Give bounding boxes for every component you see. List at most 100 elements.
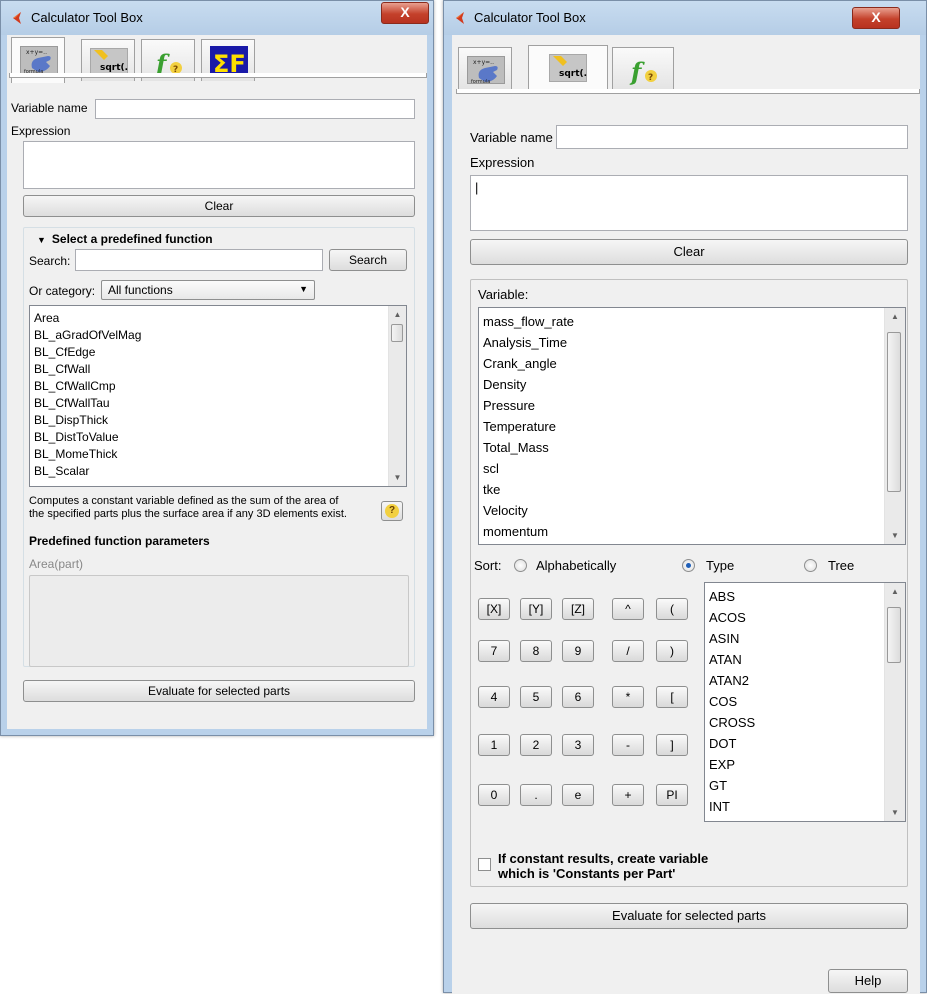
function-help-button[interactable]: ? [381,501,403,521]
variable-list-scrollbar[interactable]: ▲ ▼ [884,308,905,544]
list-item[interactable]: Total_Mass [483,440,549,455]
list-item[interactable]: GT [709,778,727,793]
sort-type-radio[interactable] [682,559,695,572]
operator-list[interactable]: ABS ACOS ASIN ATAN ATAN2 COS CROSS DOT E… [704,582,906,822]
evaluate-button[interactable]: Evaluate for selected parts [23,680,415,702]
clear-button[interactable]: Clear [23,195,415,217]
scroll-down-icon[interactable]: ▼ [885,804,905,821]
sort-alphabetically-label[interactable]: Alphabetically [536,558,616,573]
key-decimal[interactable]: . [520,784,552,806]
scroll-down-icon[interactable]: ▼ [885,527,905,544]
list-item[interactable]: BL_aGradOfVelMag [34,328,141,342]
list-item[interactable]: ATAN [709,652,742,667]
list-item[interactable]: DOT [709,736,736,751]
scroll-up-icon[interactable]: ▲ [885,583,905,600]
key-open-paren[interactable]: ( [656,598,688,620]
constants-per-part-checkbox[interactable] [478,858,491,871]
key-pi[interactable]: PI [656,784,688,806]
key-0[interactable]: 0 [478,784,510,806]
expression-input[interactable] [23,141,415,189]
list-item[interactable]: BL_MomeThick [34,447,117,461]
tab-function-help[interactable]: f ? [612,47,674,89]
key-minus[interactable]: - [612,734,644,756]
title-bar[interactable]: Calculator Tool Box X [1,1,433,35]
key-multiply[interactable]: * [612,686,644,708]
list-item[interactable]: Analysis_Time [483,335,567,350]
list-item[interactable]: tke [483,482,500,497]
help-button[interactable]: Help [828,969,908,993]
function-list[interactable]: Area BL_aGradOfVelMag BL_CfEdge BL_CfWal… [29,305,407,487]
list-item[interactable]: Temperature [483,419,556,434]
expression-input[interactable]: | [470,175,908,231]
variable-name-input[interactable] [556,125,908,149]
key-7[interactable]: 7 [478,640,510,662]
list-item[interactable]: INT [709,799,730,814]
sort-alphabetically-radio[interactable] [514,559,527,572]
key-5[interactable]: 5 [520,686,552,708]
list-item[interactable]: scl [483,461,499,476]
list-item[interactable]: BL_CfEdge [34,345,95,359]
sort-type-label[interactable]: Type [706,558,734,573]
list-item[interactable]: mass_flow_rate [483,314,574,329]
key-plus[interactable]: + [612,784,644,806]
key-3[interactable]: 3 [562,734,594,756]
search-button[interactable]: Search [329,249,407,271]
list-item[interactable]: Area [34,311,59,325]
key-divide[interactable]: / [612,640,644,662]
category-select[interactable]: All functions ▼ [101,280,315,300]
list-item[interactable]: CROSS [709,715,755,730]
key-power[interactable]: ^ [612,598,644,620]
key-x[interactable]: [X] [478,598,510,620]
scroll-thumb[interactable] [391,324,403,342]
key-close-bracket[interactable]: ] [656,734,688,756]
list-item[interactable]: Crank_angle [483,356,557,371]
scroll-up-icon[interactable]: ▲ [389,306,406,323]
key-close-paren[interactable]: ) [656,640,688,662]
variable-list[interactable]: mass_flow_rate Analysis_Time Crank_angle… [478,307,906,545]
key-e[interactable]: e [562,784,594,806]
operator-list-scrollbar[interactable]: ▲ ▼ [884,583,905,821]
sort-tree-label[interactable]: Tree [828,558,854,573]
scroll-down-icon[interactable]: ▼ [389,469,406,486]
key-4[interactable]: 4 [478,686,510,708]
variable-name-input[interactable] [95,99,415,119]
key-8[interactable]: 8 [520,640,552,662]
list-item[interactable]: ATAN2 [709,673,749,688]
key-9[interactable]: 9 [562,640,594,662]
tab-sqrt[interactable]: sqrt(.. [528,45,608,91]
key-open-bracket[interactable]: [ [656,686,688,708]
list-item[interactable]: BL_CfWallCmp [34,379,116,393]
key-2[interactable]: 2 [520,734,552,756]
predefined-header[interactable]: ▼ Select a predefined function [37,232,213,246]
sort-tree-radio[interactable] [804,559,817,572]
scroll-up-icon[interactable]: ▲ [885,308,905,325]
key-z[interactable]: [Z] [562,598,594,620]
list-item[interactable]: momentum [483,524,548,539]
key-1[interactable]: 1 [478,734,510,756]
function-list-scrollbar[interactable]: ▲ ▼ [388,306,406,486]
clear-button[interactable]: Clear [470,239,908,265]
constants-per-part-label[interactable]: If constant results, create variable whi… [498,851,708,881]
close-button[interactable]: X [381,2,429,24]
tab-formula[interactable]: x+y=.. formula [458,47,512,89]
list-item[interactable]: ABS [709,589,735,604]
list-item[interactable]: BL_CfWall [34,362,90,376]
list-item[interactable]: ASIN [709,631,739,646]
title-bar[interactable]: Calculator Tool Box X [444,1,926,35]
search-input[interactable] [75,249,323,271]
close-button[interactable]: X [852,7,900,29]
key-y[interactable]: [Y] [520,598,552,620]
list-item[interactable]: ACOS [709,610,746,625]
list-item[interactable]: EXP [709,757,735,772]
scroll-thumb[interactable] [887,607,901,663]
list-item[interactable]: BL_Scalar [34,464,89,478]
list-item[interactable]: Density [483,377,526,392]
scroll-thumb[interactable] [887,332,901,492]
key-6[interactable]: 6 [562,686,594,708]
list-item[interactable]: BL_DispThick [34,413,108,427]
list-item[interactable]: Velocity [483,503,528,518]
list-item[interactable]: BL_DistToValue [34,430,119,444]
list-item[interactable]: COS [709,694,737,709]
list-item[interactable]: BL_CfWallTau [34,396,110,410]
list-item[interactable]: Pressure [483,398,535,413]
